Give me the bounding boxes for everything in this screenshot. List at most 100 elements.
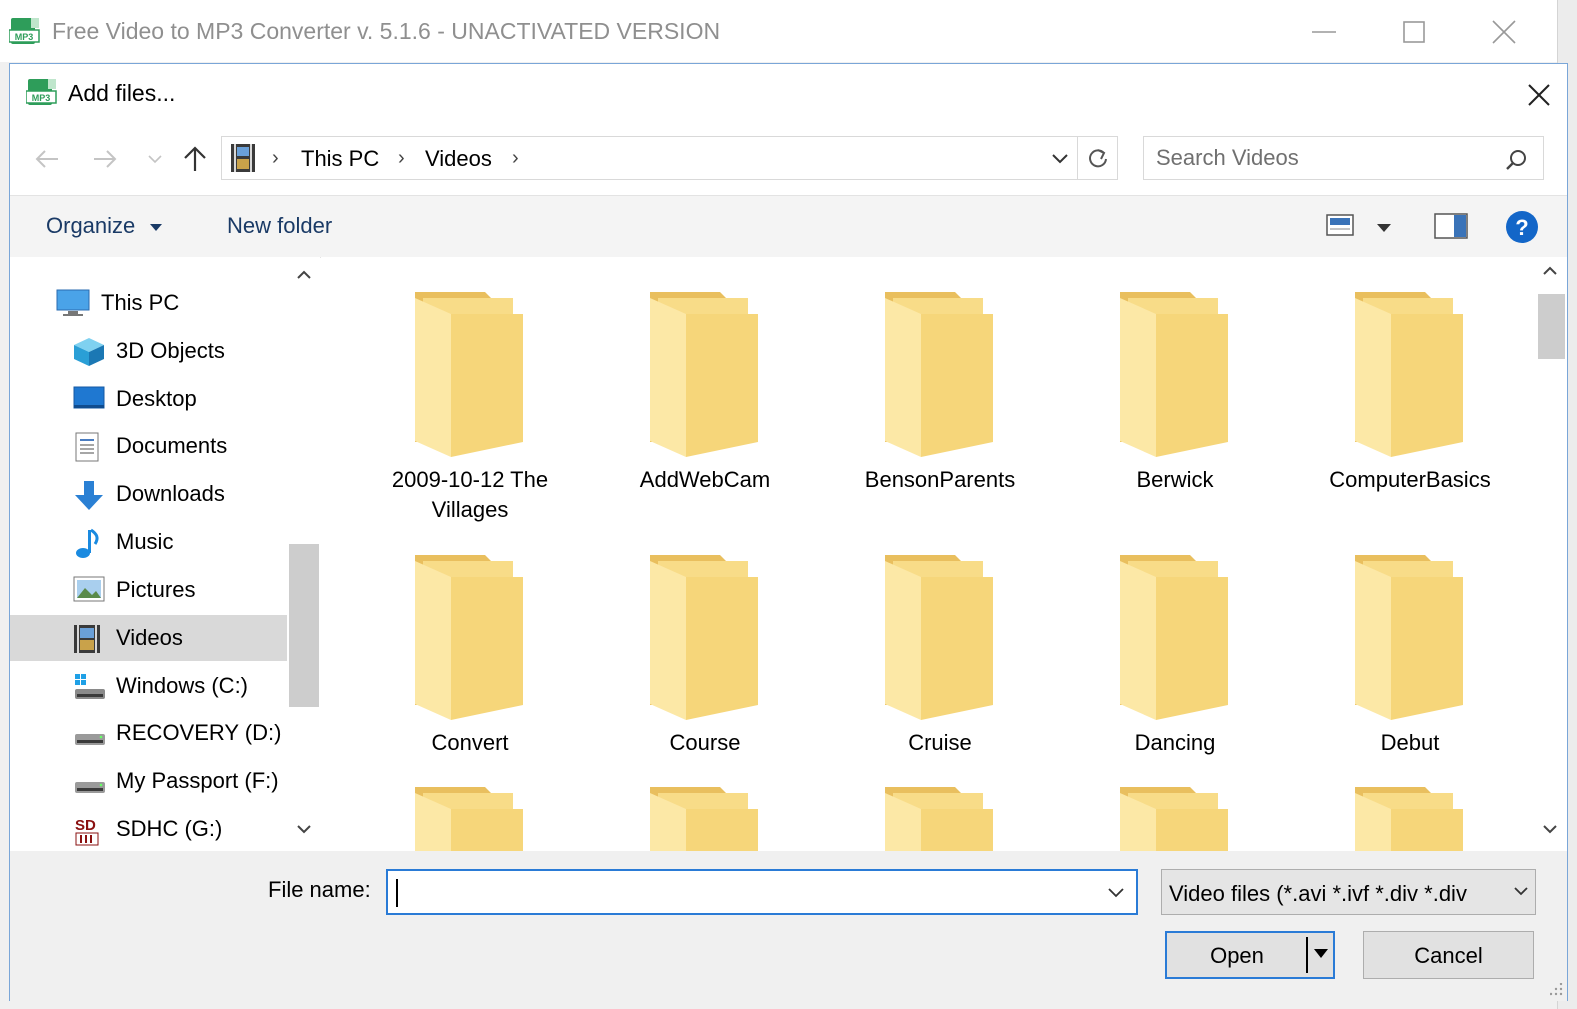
folder-icon xyxy=(590,787,820,851)
scrollbar-thumb[interactable] xyxy=(289,544,319,707)
search-input[interactable] xyxy=(1156,145,1486,171)
nav-item-recovery-d[interactable]: RECOVERY (D:) xyxy=(10,710,287,756)
file-type-dropdown[interactable]: Video files (*.avi *.ivf *.div *.div xyxy=(1161,869,1536,915)
nav-item-desktop[interactable]: Desktop xyxy=(10,376,287,422)
folder-item[interactable]: Debut xyxy=(1295,555,1525,758)
navigation-pane: This PC 3D Objects Desktop Documents Downloa… xyxy=(10,257,320,851)
up-arrow-icon[interactable] xyxy=(180,144,210,174)
computer-icon xyxy=(56,289,90,317)
nav-item-documents[interactable]: Documents xyxy=(10,423,287,469)
scroll-down-icon[interactable] xyxy=(297,825,311,835)
breadcrumb-this-pc[interactable]: This PC xyxy=(301,146,379,172)
folder-view: 2009-10-12 The Villages AddWebCam BensonPa… xyxy=(321,257,1567,851)
music-icon xyxy=(73,528,101,560)
scroll-down-icon[interactable] xyxy=(1543,825,1557,835)
search-box[interactable] xyxy=(1143,136,1544,180)
folder-icon xyxy=(825,787,1055,851)
folder-item[interactable] xyxy=(1060,787,1290,851)
breadcrumb-videos[interactable]: Videos xyxy=(425,146,492,172)
folder-item[interactable] xyxy=(590,787,820,851)
file-name-combobox[interactable] xyxy=(386,869,1138,915)
folder-item[interactable]: ComputerBasics xyxy=(1295,292,1525,495)
scrollbar-thumb[interactable] xyxy=(1538,294,1565,359)
new-folder-button[interactable]: New folder xyxy=(227,213,332,239)
chevron-down-icon[interactable] xyxy=(1106,885,1126,901)
folder-label: AddWebCam xyxy=(639,467,771,492)
folder-icon xyxy=(825,555,1055,720)
folder-item[interactable]: 2009-10-12 The Villages xyxy=(355,292,585,525)
nav-item-windows-c[interactable]: Windows (C:) xyxy=(10,663,287,709)
nav-item-pictures[interactable]: Pictures xyxy=(10,567,287,613)
address-history-chevron-icon[interactable] xyxy=(1049,149,1071,169)
minimize-button[interactable] xyxy=(1306,14,1342,50)
app-close-button[interactable] xyxy=(1486,14,1522,50)
maximize-button[interactable] xyxy=(1396,14,1432,50)
folder-item[interactable]: Dancing xyxy=(1060,555,1290,758)
breadcrumb-separator-icon[interactable]: › xyxy=(512,147,519,170)
cancel-button[interactable]: Cancel xyxy=(1363,931,1534,979)
nav-item-label: SDHC (G:) xyxy=(116,816,223,841)
folder-item[interactable] xyxy=(825,787,1055,851)
videos-icon xyxy=(73,624,101,654)
recent-locations-chevron-icon[interactable] xyxy=(146,144,164,174)
nav-item-3d-objects[interactable]: 3D Objects xyxy=(10,328,287,374)
preview-pane-icon[interactable] xyxy=(1434,213,1468,239)
svg-text:?: ? xyxy=(1515,215,1528,240)
folder-item[interactable]: BensonParents xyxy=(825,292,1055,495)
folder-item[interactable]: Cruise xyxy=(825,555,1055,758)
folder-item[interactable]: Berwick xyxy=(1060,292,1290,495)
nav-item-downloads[interactable]: Downloads xyxy=(10,471,287,517)
folder-label: Cruise xyxy=(908,730,972,755)
open-button[interactable]: Open xyxy=(1165,931,1335,979)
svg-text:MP3: MP3 xyxy=(15,32,34,42)
back-arrow-icon[interactable] xyxy=(32,144,62,174)
nav-item-label: 3D Objects xyxy=(116,338,225,363)
folder-icon xyxy=(355,292,585,457)
refresh-icon xyxy=(1087,147,1109,169)
nav-item-this-pc[interactable]: This PC xyxy=(10,280,287,326)
nav-item-sdhc-g[interactable]: SD SDHC (G:) xyxy=(10,806,287,852)
svg-text:SD: SD xyxy=(75,817,96,834)
dialog-close-button[interactable] xyxy=(1522,78,1556,112)
folder-label: BensonParents xyxy=(864,467,1016,492)
folder-view-scrollbar[interactable] xyxy=(1535,257,1567,851)
nav-item-label: Pictures xyxy=(116,577,196,602)
search-icon[interactable] xyxy=(1504,148,1528,172)
file-name-input[interactable] xyxy=(394,877,1094,907)
open-options-arrow-icon[interactable] xyxy=(1313,948,1329,960)
dropdown-arrow-icon xyxy=(149,222,163,232)
folder-label: Convert xyxy=(431,730,509,755)
scroll-up-icon[interactable] xyxy=(1543,265,1557,275)
nav-item-my-passport-f[interactable]: My Passport (F:) xyxy=(10,758,287,804)
folder-item[interactable]: Convert xyxy=(355,555,585,758)
refresh-button[interactable] xyxy=(1077,137,1118,179)
nav-item-music[interactable]: Music xyxy=(10,519,287,565)
nav-item-videos[interactable]: Videos xyxy=(10,615,287,661)
breadcrumb-separator-icon: › xyxy=(272,147,279,169)
view-options-arrow-icon[interactable] xyxy=(1376,223,1392,233)
resize-grip-icon[interactable] xyxy=(1550,983,1564,997)
folder-item[interactable] xyxy=(355,787,585,851)
address-bar[interactable]: › This PC › Videos › xyxy=(221,136,1118,180)
nav-pane-scrollbar[interactable] xyxy=(289,257,319,851)
folder-icon xyxy=(1295,787,1525,851)
folder-label: Dancing xyxy=(1134,730,1216,755)
chevron-down-icon[interactable] xyxy=(1505,870,1535,914)
folder-item[interactable]: Course xyxy=(590,555,820,758)
nav-item-label: Downloads xyxy=(116,481,225,506)
add-files-dialog: MP3 Add files... › This PC › Videos › Se… xyxy=(9,63,1568,1001)
change-view-icon[interactable] xyxy=(1326,214,1354,236)
help-icon[interactable]: ? xyxy=(1505,210,1539,244)
scroll-up-icon[interactable] xyxy=(297,269,311,279)
folder-label: Berwick xyxy=(1136,467,1214,492)
folder-item[interactable] xyxy=(1295,787,1525,851)
folder-label: ComputerBasics xyxy=(1329,467,1491,492)
organize-button[interactable]: Organize xyxy=(46,213,163,239)
videos-folder-icon xyxy=(230,143,256,173)
folder-icon xyxy=(355,555,585,720)
folder-item[interactable]: AddWebCam xyxy=(590,292,820,495)
folder-icon xyxy=(1295,292,1525,457)
file-selection-area: File name: Video files (*.avi *.ivf *.di… xyxy=(10,851,1567,1001)
downloads-icon xyxy=(73,480,105,512)
forward-arrow-icon[interactable] xyxy=(90,144,120,174)
